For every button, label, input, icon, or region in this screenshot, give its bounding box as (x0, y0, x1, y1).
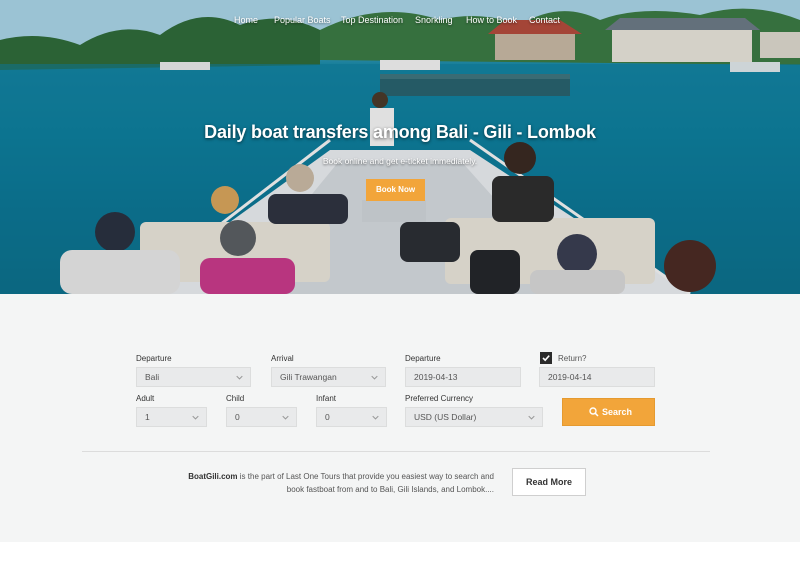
check-icon (542, 355, 550, 362)
chevron-down-icon (528, 415, 535, 420)
departure-date-value: 2019-04-13 (414, 372, 458, 382)
infant-select[interactable]: 0 (316, 407, 387, 427)
currency-label: Preferred Currency (405, 394, 474, 403)
infant-value: 0 (325, 412, 330, 422)
departure-date-label: Departure (405, 354, 441, 363)
nav-top-destination[interactable]: Top Destination (341, 15, 403, 25)
nav-home[interactable]: Home (234, 15, 258, 25)
hero-overlay (0, 0, 800, 294)
about-text: BoatGili.com is the part of Last One Tou… (180, 470, 494, 496)
child-value: 0 (235, 412, 240, 422)
adult-label: Adult (136, 394, 155, 403)
chevron-down-icon (236, 375, 243, 380)
nav-how-to-book[interactable]: How to Book (466, 15, 517, 25)
child-select[interactable]: 0 (226, 407, 297, 427)
chevron-down-icon (372, 415, 379, 420)
nav-popular-boats[interactable]: Popular Boats (274, 15, 331, 25)
chevron-down-icon (371, 375, 378, 380)
search-button[interactable]: Search (562, 398, 655, 426)
nav-contact[interactable]: Contact (529, 15, 560, 25)
section-divider (82, 451, 710, 452)
search-panel (0, 294, 800, 542)
adult-value: 1 (145, 412, 150, 422)
brand-name: BoatGili.com (188, 472, 238, 481)
chevron-down-icon (282, 415, 289, 420)
hero-subtitle: Book online and get e-ticket immediately… (322, 156, 478, 166)
departure-value: Bali (145, 372, 160, 382)
departure-select[interactable]: Bali (136, 367, 251, 387)
search-label: Search (602, 407, 633, 417)
main-nav: Home Popular Boats Top Destination Snork… (0, 15, 800, 29)
arrival-select[interactable]: Gili Trawangan (271, 367, 386, 387)
currency-select[interactable]: USD (US Dollar) (405, 407, 543, 427)
departure-label: Departure (136, 354, 172, 363)
arrival-value: Gili Trawangan (280, 372, 337, 382)
infant-label: Infant (316, 394, 337, 403)
currency-value: USD (US Dollar) (414, 412, 477, 422)
hero-title: Daily boat transfers among Bali - Gili -… (204, 122, 596, 142)
nav-snorkling[interactable]: Snorkling (415, 15, 453, 25)
chevron-down-icon (192, 415, 199, 420)
book-now-button[interactable]: Book Now (366, 179, 425, 201)
arrival-label: Arrival (271, 354, 294, 363)
child-label: Child (226, 394, 245, 403)
return-date-value: 2019-04-14 (548, 372, 592, 382)
about-description: is the part of Last One Tours that provi… (237, 472, 494, 494)
departure-date-field[interactable]: 2019-04-13 (405, 367, 521, 387)
adult-select[interactable]: 1 (136, 407, 207, 427)
read-more-button[interactable]: Read More (512, 468, 586, 496)
return-checkbox[interactable] (540, 352, 552, 364)
return-label: Return? (558, 354, 587, 363)
return-date-field[interactable]: 2019-04-14 (539, 367, 655, 387)
hero-banner: Home Popular Boats Top Destination Snork… (0, 0, 800, 294)
search-icon (589, 407, 599, 417)
